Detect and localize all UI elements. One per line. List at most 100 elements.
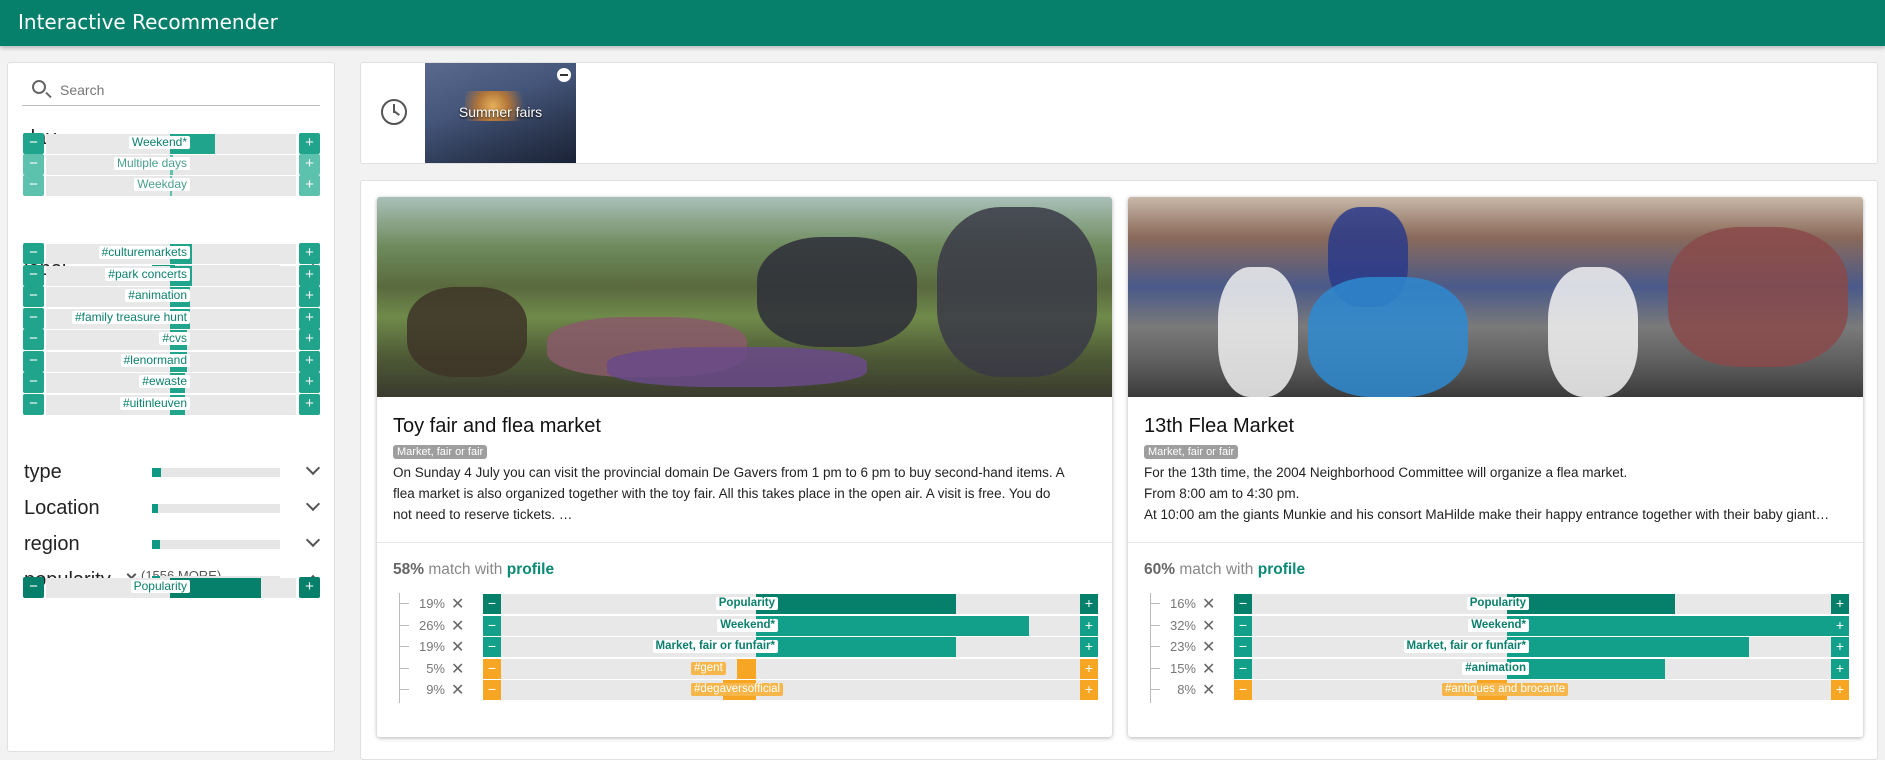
facet-value-label: Weekend* <box>128 136 190 149</box>
decrease-button[interactable]: − <box>23 154 44 175</box>
match-percent: 16% <box>1169 596 1196 611</box>
increase-button[interactable]: + <box>299 307 320 329</box>
facet-row: − Multiple days + <box>23 153 320 175</box>
increase-button[interactable]: + <box>299 286 320 307</box>
decrease-button[interactable]: − <box>1234 658 1252 679</box>
remove-feature-icon[interactable]: ✕ <box>1202 594 1215 614</box>
history-item-label: Summer fairs <box>458 104 543 120</box>
decrease-button[interactable]: − <box>23 133 44 154</box>
feature-label: Weekend* <box>1468 618 1529 632</box>
decrease-button[interactable]: − <box>23 175 44 196</box>
increase-button[interactable]: + <box>299 175 320 196</box>
result-card[interactable]: Toy fair and flea market Market, fair or… <box>377 197 1112 737</box>
increase-button[interactable]: + <box>299 577 320 598</box>
decrease-button[interactable]: − <box>483 615 501 636</box>
increase-button[interactable]: + <box>299 350 320 372</box>
increase-button[interactable]: + <box>299 393 320 415</box>
history-item[interactable]: Summer fairs <box>425 63 576 163</box>
decrease-button[interactable]: − <box>23 372 44 393</box>
decrease-button[interactable]: − <box>1234 594 1252 614</box>
increase-button[interactable]: + <box>1831 637 1849 657</box>
increase-button[interactable]: + <box>1831 658 1849 679</box>
remove-feature-icon[interactable]: ✕ <box>1202 659 1215 679</box>
tree-branch <box>1150 689 1160 690</box>
event-title[interactable]: 13th Flea Market <box>1144 415 1294 438</box>
feature-label: Weekend* <box>717 618 778 632</box>
decrease-button[interactable]: − <box>1234 637 1252 657</box>
increase-button[interactable]: + <box>299 329 320 350</box>
decrease-button[interactable]: − <box>1234 680 1252 700</box>
feature-contribution-bar <box>1507 637 1749 657</box>
facet-value-label: #animation <box>125 289 190 302</box>
facet-row: − Popularity + <box>23 576 320 598</box>
decrease-button[interactable]: − <box>23 243 44 264</box>
increase-button[interactable]: + <box>1831 680 1849 700</box>
match-summary: 58% match with profile <box>393 561 555 578</box>
decrease-button[interactable]: − <box>483 594 501 614</box>
history-icon[interactable] <box>381 99 407 125</box>
remove-feature-icon[interactable]: ✕ <box>1202 637 1215 657</box>
feature-label: #gent <box>691 661 726 675</box>
remove-icon[interactable] <box>557 68 571 82</box>
increase-button[interactable]: + <box>299 264 320 286</box>
remove-feature-icon[interactable]: ✕ <box>451 659 464 679</box>
chevron-down-icon[interactable] <box>305 532 321 548</box>
facet-value-label: #cvs <box>159 332 190 345</box>
facet-header-region[interactable]: region <box>24 531 326 557</box>
increase-button[interactable]: + <box>1080 615 1098 636</box>
increase-button[interactable]: + <box>1831 594 1849 614</box>
feature-contribution-bar <box>1507 594 1675 614</box>
match-percent: 19% <box>418 639 445 654</box>
decrease-button[interactable]: − <box>23 329 44 350</box>
chevron-down-icon[interactable] <box>305 496 321 512</box>
facet-row: − #cvs + <box>23 328 320 350</box>
increase-button[interactable]: + <box>299 243 320 264</box>
match-row: 23% ✕ − Market, fair or funfair* + <box>1150 636 1850 658</box>
tree-branch <box>399 689 409 690</box>
remove-feature-icon[interactable]: ✕ <box>451 680 464 700</box>
increase-button[interactable]: + <box>299 372 320 393</box>
match-row: 9% ✕ − #degaversofficial + <box>399 679 1099 701</box>
search-input[interactable]: Search <box>60 82 104 98</box>
remove-feature-icon[interactable]: ✕ <box>451 594 464 614</box>
facet-row: − #ewaste + <box>23 371 320 393</box>
decrease-button[interactable]: − <box>483 680 501 700</box>
increase-button[interactable]: + <box>1080 658 1098 679</box>
increase-button[interactable]: + <box>299 133 320 154</box>
decrease-button[interactable]: − <box>483 658 501 679</box>
match-percent: 9% <box>426 682 445 697</box>
search-field[interactable]: Search <box>22 76 320 106</box>
divider <box>1128 542 1863 543</box>
increase-button[interactable]: + <box>1080 680 1098 700</box>
match-percent: 26% <box>418 617 445 633</box>
facet-header-location[interactable]: Location <box>24 495 326 521</box>
facet-row: − Weekday + <box>23 174 320 196</box>
remove-feature-icon[interactable]: ✕ <box>451 637 464 657</box>
remove-feature-icon[interactable]: ✕ <box>1202 616 1215 636</box>
increase-button[interactable]: + <box>1080 594 1098 614</box>
decrease-button[interactable]: − <box>1234 615 1252 636</box>
result-card[interactable]: 13th Flea Market Market, fair or fair Fo… <box>1128 197 1863 737</box>
facet-weight-bar <box>152 540 280 549</box>
feature-track <box>501 680 1080 700</box>
remove-feature-icon[interactable]: ✕ <box>1202 680 1215 700</box>
tree-branch <box>1150 667 1160 669</box>
decrease-button[interactable]: − <box>23 350 44 372</box>
increase-button[interactable]: + <box>299 154 320 175</box>
event-title[interactable]: Toy fair and flea market <box>393 415 601 438</box>
decrease-button[interactable]: − <box>23 307 44 329</box>
chevron-down-icon[interactable] <box>305 460 321 476</box>
decrease-button[interactable]: − <box>23 393 44 415</box>
decrease-button[interactable]: − <box>23 577 44 598</box>
increase-button[interactable]: + <box>1831 615 1849 636</box>
remove-feature-icon[interactable]: ✕ <box>451 616 464 636</box>
decrease-button[interactable]: − <box>23 286 44 307</box>
match-row: 15% ✕ − #animation + <box>1150 658 1850 680</box>
facet-row: − Weekend* + <box>23 132 320 154</box>
facet-value-label: #ewaste <box>139 375 190 388</box>
decrease-button[interactable]: − <box>483 637 501 657</box>
decrease-button[interactable]: − <box>23 264 44 286</box>
facet-value-label: Weekday <box>134 178 190 191</box>
facet-header-type[interactable]: type <box>24 459 326 485</box>
increase-button[interactable]: + <box>1080 637 1098 657</box>
